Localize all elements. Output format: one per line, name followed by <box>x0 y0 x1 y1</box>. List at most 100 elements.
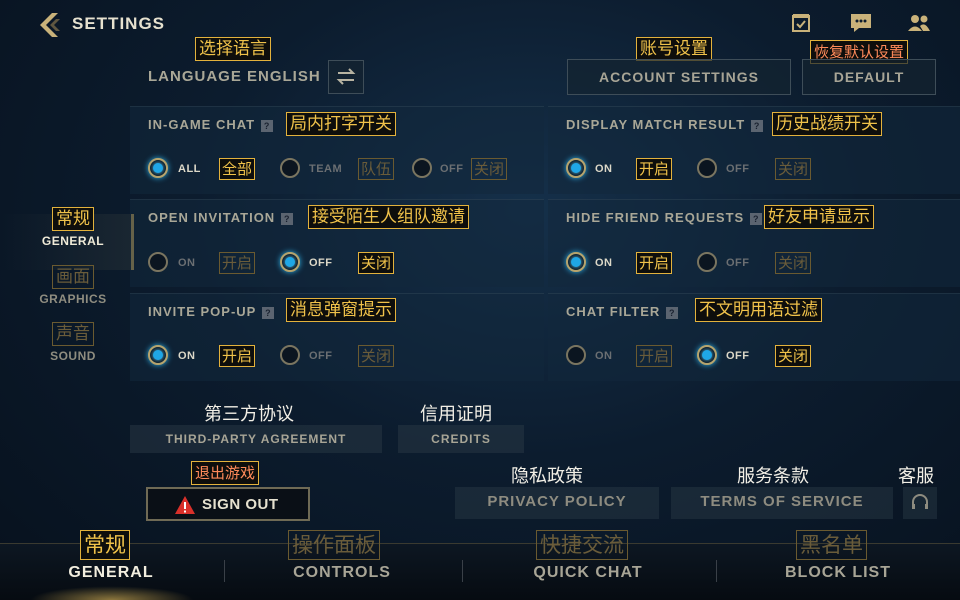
settings-screen: SETTINGS 选择语言 LANGUAGE ENGLISH 账号设置 ACCO… <box>0 0 960 600</box>
chat-filter-off-label: OFF <box>726 350 750 362</box>
chat-filter-annotation: 不文明用语过滤 <box>695 298 822 322</box>
question-icon[interactable]: ? <box>261 119 274 132</box>
tab-divider <box>224 560 225 582</box>
chat-filter-label: CHAT FILTER? <box>566 304 679 319</box>
chat-filter-off-radio[interactable] <box>697 345 717 365</box>
open-invitation-on-radio[interactable] <box>148 252 168 272</box>
question-icon[interactable]: ? <box>750 212 763 225</box>
checklist-icon <box>792 14 810 32</box>
hide-friend-requests-label: HIDE FRIEND REQUESTS? <box>566 210 763 225</box>
display-match-result-on-cn: 开启 <box>636 158 673 180</box>
open-invitation-label: OPEN INVITATION? <box>148 210 294 225</box>
chat-filter-off-cn: 关闭 <box>775 345 812 367</box>
hide-friend-requests-on-radio[interactable] <box>566 252 586 272</box>
in-game-chat-annotation: 局内打字开关 <box>286 112 396 136</box>
hide-friend-requests-off-radio[interactable] <box>697 252 717 272</box>
privacy-policy-button[interactable]: PRIVACY POLICY <box>455 487 659 519</box>
hide-friend-requests-off-label: OFF <box>726 257 750 269</box>
open-invitation-off-cn: 关闭 <box>358 252 395 274</box>
hide-friend-requests-text: HIDE FRIEND REQUESTS <box>566 210 745 225</box>
display-match-result-annotation: 历史战绩开关 <box>772 112 882 136</box>
invite-popup-label: INVITE POP-UP? <box>148 304 275 319</box>
invite-popup-off-label: OFF <box>309 350 333 362</box>
chat-filter-on-cn: 开启 <box>636 345 673 367</box>
hide-friend-requests-on-label: ON <box>595 257 613 269</box>
question-icon[interactable]: ? <box>281 212 294 225</box>
terms-of-service-button[interactable]: TERMS OF SERVICE <box>671 487 893 519</box>
tab-quick-chat-cn: 快捷交流 <box>536 530 628 560</box>
sidebar-item-sound-cn: 声音 <box>52 322 94 346</box>
sign-out-button[interactable]: SIGN OUT <box>146 487 310 521</box>
question-icon[interactable]: ? <box>666 306 679 319</box>
open-invitation-off-radio[interactable] <box>280 252 300 272</box>
sign-out-annotation: 退出游戏 <box>191 461 260 485</box>
display-match-result-off-radio[interactable] <box>697 158 717 178</box>
tab-controls-cn: 操作面板 <box>288 530 380 560</box>
sidebar-item-sound-label: SOUND <box>50 349 96 363</box>
account-settings-button[interactable]: ACCOUNT SETTINGS <box>567 59 791 95</box>
chat-filter-on-radio[interactable] <box>566 345 586 365</box>
sidebar-item-sound[interactable]: 声音 SOUND <box>23 322 123 363</box>
third-party-agreement-button[interactable]: THIRD-PARTY AGREEMENT <box>130 425 382 453</box>
privacy-cn: 隐私政策 <box>511 466 583 487</box>
display-match-result-off-cn: 关闭 <box>775 158 812 180</box>
question-icon[interactable]: ? <box>751 119 764 132</box>
sidebar-item-general-label: GENERAL <box>41 234 105 248</box>
friends-button[interactable] <box>906 12 932 39</box>
invite-popup-off-radio[interactable] <box>280 345 300 365</box>
open-invitation-off-label: OFF <box>309 257 333 269</box>
in-game-chat-text: IN-GAME CHAT <box>148 117 256 132</box>
sidebar-item-graphics[interactable]: 画面 GRAPHICS <box>23 265 123 306</box>
default-button[interactable]: DEFAULT <box>802 59 936 95</box>
tab-controls[interactable]: CONTROLS <box>267 564 417 582</box>
third-party-cn: 第三方协议 <box>204 404 294 425</box>
in-game-chat-team-cn: 队伍 <box>358 158 395 180</box>
in-game-chat-off-radio[interactable] <box>412 158 432 178</box>
sign-out-label: SIGN OUT <box>202 496 279 513</box>
question-icon[interactable]: ? <box>262 306 275 319</box>
display-match-result-on-radio[interactable] <box>566 158 586 178</box>
tab-general[interactable]: GENERAL <box>36 564 186 582</box>
hide-friend-requests-off-cn: 关闭 <box>775 252 812 274</box>
support-button[interactable] <box>903 487 937 519</box>
tab-active-glow <box>30 586 194 600</box>
open-invitation-on-cn: 开启 <box>219 252 256 274</box>
credits-cn: 信用证明 <box>420 404 492 425</box>
chat-bubble-icon <box>851 14 871 32</box>
account-annotation: 账号设置 <box>636 37 712 61</box>
page-title: SETTINGS <box>72 14 166 33</box>
invite-popup-on-label: ON <box>178 350 196 362</box>
invite-popup-on-cn: 开启 <box>219 345 256 367</box>
swap-icon <box>336 68 356 85</box>
sidebar-item-general[interactable]: 常规 GENERAL <box>23 207 123 248</box>
open-invitation-on-label: ON <box>178 257 196 269</box>
sidebar-item-graphics-cn: 画面 <box>52 265 94 289</box>
hide-friend-requests-annotation: 好友申请显示 <box>764 205 874 229</box>
terms-cn: 服务条款 <box>737 466 809 487</box>
invite-popup-annotation: 消息弹窗提示 <box>286 298 396 322</box>
chat-button[interactable] <box>849 12 873 39</box>
credits-button[interactable]: CREDITS <box>398 425 524 453</box>
open-invitation-text: OPEN INVITATION <box>148 210 276 225</box>
in-game-chat-team-radio[interactable] <box>280 158 300 178</box>
language-swap-button[interactable] <box>328 60 364 94</box>
back-button[interactable] <box>36 10 66 40</box>
display-match-result-label: DISPLAY MATCH RESULT? <box>566 117 764 132</box>
tab-quick-chat[interactable]: QUICK CHAT <box>513 564 663 582</box>
open-invitation-annotation: 接受陌生人组队邀请 <box>308 205 469 229</box>
headset-icon <box>912 494 928 509</box>
in-game-chat-all-cn: 全部 <box>219 158 256 180</box>
display-match-result-on-label: ON <box>595 163 613 175</box>
tab-block-list[interactable]: BLOCK LIST <box>763 564 913 582</box>
hide-friend-requests-on-cn: 开启 <box>636 252 673 274</box>
language-label[interactable]: LANGUAGE ENGLISH <box>148 68 321 85</box>
tasks-button[interactable] <box>790 12 812 39</box>
in-game-chat-all-radio[interactable] <box>148 158 168 178</box>
chat-filter-text: CHAT FILTER <box>566 304 661 319</box>
invite-popup-on-radio[interactable] <box>148 345 168 365</box>
sidebar-item-general-cn: 常规 <box>52 207 94 231</box>
sidebar-item-graphics-label: GRAPHICS <box>39 292 107 306</box>
tab-divider <box>462 560 463 582</box>
tab-block-list-cn: 黑名单 <box>796 530 867 560</box>
in-game-chat-team-label: TEAM <box>309 163 343 175</box>
